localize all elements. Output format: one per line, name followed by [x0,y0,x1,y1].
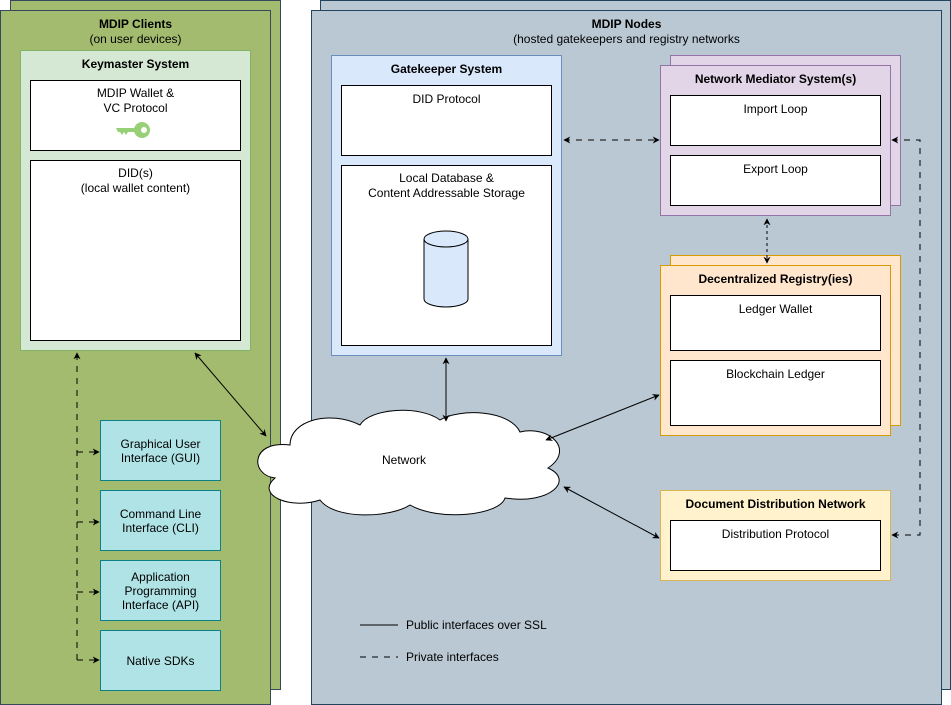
distribution-network-link [563,486,660,539]
network-label: Network [382,453,427,467]
registry-network-link [545,394,660,441]
connectors [73,136,921,664]
keymaster-network-link [194,352,267,437]
legend-public: Public interfaces over SSL [406,618,547,632]
mediator-distribution-link [891,136,921,539]
legend-private: Private interfaces [406,650,499,664]
